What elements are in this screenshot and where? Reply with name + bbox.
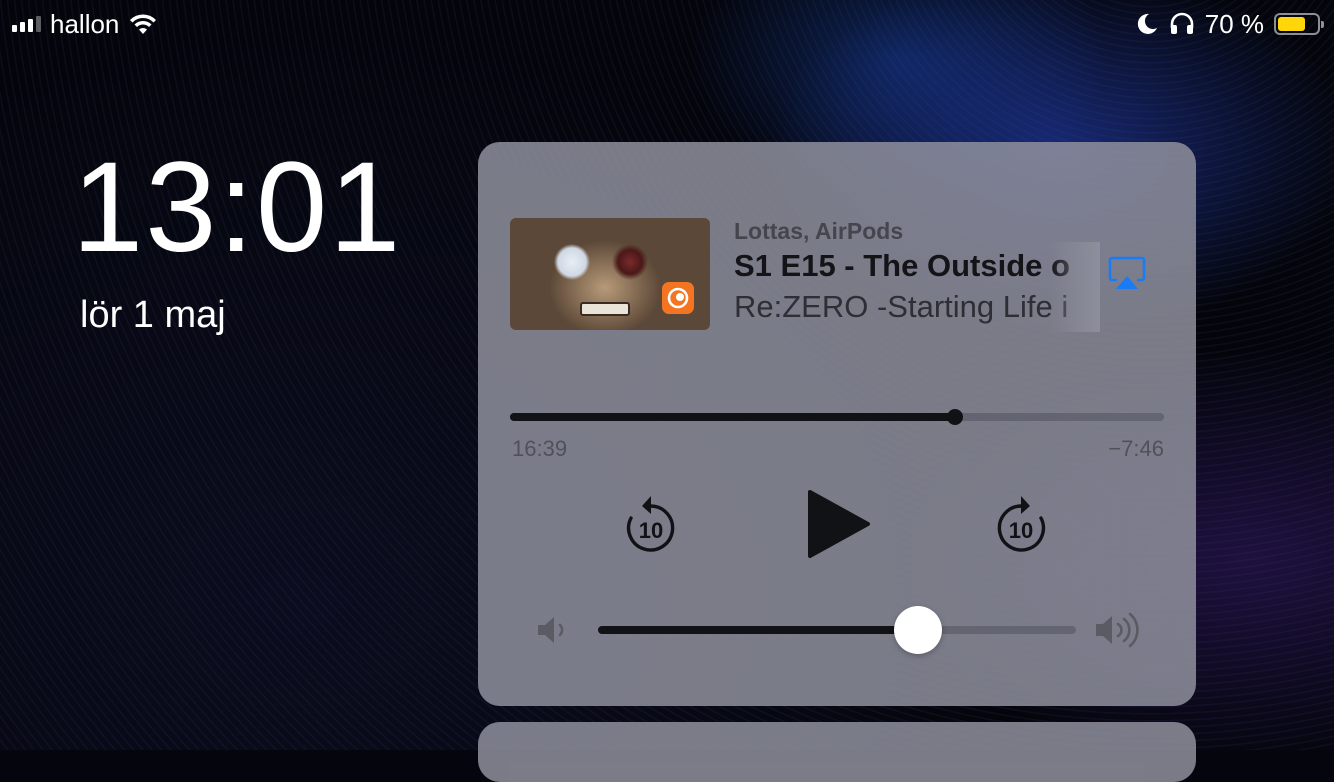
volume-high-icon: [1096, 612, 1139, 648]
wifi-icon: [130, 14, 157, 34]
track-title: S1 E15 - The Outside o: [734, 248, 1070, 283]
volume-slider[interactable]: [598, 606, 1076, 654]
play-button[interactable]: [806, 488, 870, 560]
skip-back-button[interactable]: 10: [622, 490, 680, 556]
play-icon: [808, 490, 870, 558]
playback-route: Lottas, AirPods: [734, 218, 904, 244]
track-subtitle: Re:ZERO -Starting Life i: [734, 289, 1069, 324]
volume-low-icon: [538, 617, 564, 643]
carrier-name: hallon: [50, 9, 120, 39]
status-bar: hallon 70 %: [0, 0, 1334, 50]
scrubber-elapsed: [510, 413, 955, 421]
airplay-icon[interactable]: [1108, 256, 1146, 292]
album-artwork[interactable]: [510, 218, 710, 330]
volume-level: [598, 626, 919, 634]
skip-back-label: 10: [639, 518, 663, 543]
text-fade: [1050, 242, 1100, 332]
skip-forward-icon: 10: [997, 496, 1046, 552]
lock-screen-date: lör 1 maj: [80, 294, 226, 336]
volume-handle[interactable]: [894, 606, 943, 654]
signal-icon: [12, 16, 41, 32]
skip-back-icon: 10: [626, 496, 675, 552]
remaining-time: −7:46: [1108, 436, 1164, 461]
headphones-icon: [1170, 12, 1194, 34]
playback-scrubber[interactable]: [510, 409, 1164, 425]
scrubber-handle[interactable]: [946, 409, 963, 425]
battery-fill: [1278, 17, 1305, 31]
crunchyroll-icon: [662, 282, 694, 314]
now-playing-card: Lottas, AirPods S1 E15 - The Outside o R…: [478, 142, 1196, 706]
next-notification-card[interactable]: [478, 722, 1196, 782]
moon-icon: [1137, 13, 1157, 34]
elapsed-time: 16:39: [512, 436, 568, 461]
lock-screen-time: 13:01: [72, 136, 403, 279]
skip-forward-label: 10: [1009, 518, 1033, 543]
skip-forward-button[interactable]: 10: [992, 490, 1050, 556]
battery-percentage: 70 %: [1204, 9, 1264, 39]
battery-icon: [1274, 13, 1324, 35]
